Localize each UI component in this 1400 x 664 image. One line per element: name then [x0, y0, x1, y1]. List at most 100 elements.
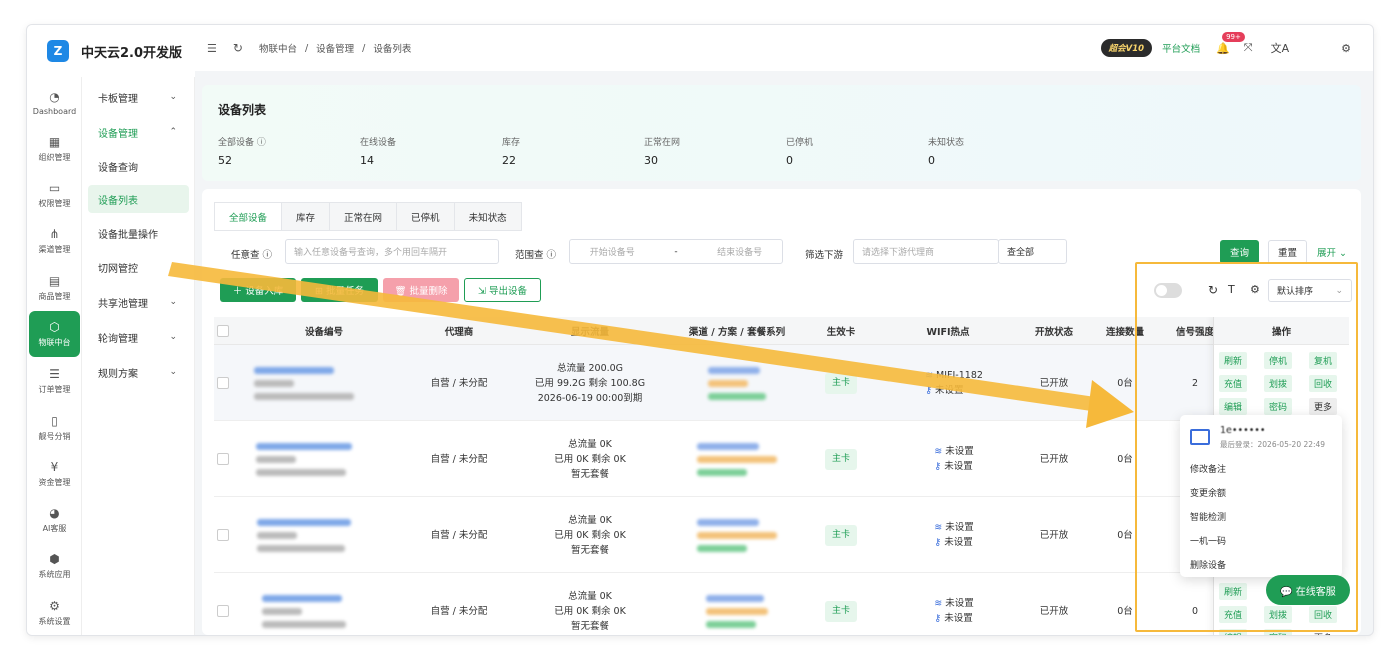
tab-normal[interactable]: 正常在网 — [330, 202, 398, 231]
edit-button[interactable]: 编辑 — [1219, 629, 1248, 635]
yen-icon: ¥ — [50, 460, 59, 474]
rail-channel[interactable]: ⋔ 渠道管理 — [29, 221, 80, 261]
refresh-icon[interactable]: ↻ — [233, 41, 243, 55]
resume-button[interactable]: 复机 — [1309, 352, 1338, 369]
top-bar: ☰ ↻ 物联中台 / 设备管理 / 设备列表 超会V10 平台文档 🔔 99+ ⤧… — [195, 25, 1373, 71]
refresh-button[interactable]: 刷新 — [1219, 583, 1248, 600]
tab-stopped[interactable]: 已停机 — [397, 202, 455, 231]
menu-polling[interactable]: 轮询管理 ⌄ — [88, 323, 189, 351]
rail-dashboard[interactable]: ◔ Dashboard — [29, 83, 80, 123]
more-button[interactable]: 更多 — [1309, 398, 1338, 415]
row-height-icon[interactable]: T — [1228, 283, 1235, 296]
settings-gear-icon[interactable]: ⚙ — [1341, 42, 1351, 55]
menu-network-switch[interactable]: 切网管控 — [88, 253, 189, 281]
menu-edit-remark[interactable]: 修改备注 — [1190, 462, 1226, 475]
menu-change-balance[interactable]: 变更余额 — [1190, 486, 1226, 499]
table-row[interactable]: 自营 / 未分配 总流量 200.0G 已用 99.2G 剩余 100.8G 202… — [214, 345, 1349, 421]
row-checkbox[interactable] — [217, 529, 229, 541]
stat-value: 0 — [786, 154, 793, 167]
row-checkbox[interactable] — [217, 605, 229, 617]
rail-order[interactable]: ☰ 订单管理 — [29, 361, 80, 401]
rail-finance[interactable]: ¥ 资金管理 — [29, 454, 80, 494]
tab-all[interactable]: 全部设备 — [214, 202, 283, 231]
export-button[interactable]: ⇲ 导出设备 — [464, 278, 541, 302]
phone-icon: ▯ — [51, 414, 58, 428]
rail-apps[interactable]: ⬢ 系统应用 — [29, 546, 80, 586]
refresh-table-icon[interactable]: ↻ — [1208, 283, 1218, 297]
menu-rules[interactable]: 规则方案 ⌄ — [88, 358, 189, 386]
vip-badge[interactable]: 超会V10 — [1100, 39, 1153, 57]
device-id-blurred[interactable] — [262, 573, 346, 635]
tab-stock[interactable]: 库存 — [282, 202, 331, 231]
table-row[interactable]: 自营 / 未分配 总流量 0K 已用 0K 剩余 0K 暂无套餐 主卡 ≋ 未设置 ⚷ 未… — [214, 421, 1349, 497]
breadcrumb-item[interactable]: 物联中台 — [259, 41, 297, 55]
recycle-button[interactable]: 回收 — [1309, 375, 1338, 392]
bell-icon[interactable]: 🔔 99+ — [1216, 31, 1245, 55]
stop-button[interactable]: 停机 — [1264, 352, 1293, 369]
menu-delete-device[interactable]: 删除设备 — [1190, 558, 1226, 571]
menu-device-query[interactable]: 设备查询 — [88, 152, 189, 180]
more-button[interactable]: 更多 — [1309, 629, 1337, 635]
tab-unknown[interactable]: 未知状态 — [454, 202, 522, 231]
menu-device-manage[interactable]: 设备管理 ⌃ — [88, 118, 189, 146]
card-tag: 主卡 — [824, 372, 858, 394]
column-settings-icon[interactable]: ⚙ — [1250, 283, 1260, 296]
password-button[interactable]: 密码 — [1264, 398, 1293, 415]
rail-settings[interactable]: ⚙ 系统设置 — [29, 593, 80, 633]
menu-one-code[interactable]: 一机一码 — [1190, 534, 1226, 547]
transfer-button[interactable]: 划拨 — [1264, 606, 1293, 623]
reset-button[interactable]: 重置 — [1268, 240, 1307, 264]
recharge-button[interactable]: 充值 — [1219, 606, 1248, 623]
row-checkbox[interactable] — [217, 377, 229, 389]
conn-count: 0台 — [1117, 529, 1133, 541]
menu-device-batch[interactable]: 设备批量操作 — [88, 219, 189, 247]
scope-select[interactable]: 查全部 — [998, 239, 1067, 264]
edit-button[interactable]: 编辑 — [1219, 398, 1248, 415]
any-query-input[interactable]: 输入任意设备号查询，多个用回车隔开 — [285, 239, 499, 264]
expand-button[interactable]: 展开 ⌄ — [1308, 240, 1356, 264]
channel-blurred — [697, 497, 777, 573]
batch-task-button[interactable]: ⊞ 批量任务 — [301, 278, 378, 302]
menu-device-list[interactable]: 设备列表 — [88, 185, 189, 213]
column-toggle-switch[interactable] — [1154, 283, 1182, 298]
row-checkbox[interactable] — [217, 453, 229, 465]
range-query-input[interactable]: 开始设备号 - 结束设备号 — [569, 239, 783, 264]
password-button[interactable]: 密码 — [1264, 629, 1293, 635]
downstream-select[interactable]: 请选择下游代理商 — [853, 239, 999, 264]
fullscreen-icon[interactable]: ⤧ — [1244, 41, 1253, 55]
gear-icon: ⚙ — [49, 599, 60, 613]
table-row[interactable]: 自营 / 未分配 总流量 0K 已用 0K 剩余 0K 暂无套餐 主卡 ≋ 未设置 ⚷ 未… — [214, 497, 1349, 573]
recharge-button[interactable]: 充值 — [1219, 375, 1248, 392]
rail-org[interactable]: ▦ 组织管理 — [29, 129, 80, 169]
menu-shared-pool[interactable]: 共享池管理 ⌄ — [88, 288, 189, 316]
recycle-button[interactable]: 回收 — [1309, 606, 1338, 623]
stat-normal: 正常在网 30 — [644, 135, 680, 167]
device-id-blurred[interactable] — [257, 497, 351, 573]
rail-number[interactable]: ▯ 靓号分销 — [29, 408, 80, 448]
stat-value: 52 — [218, 154, 232, 167]
query-button[interactable]: 查询 — [1220, 240, 1259, 264]
translate-icon[interactable]: 文A — [1271, 40, 1290, 56]
docs-link[interactable]: 平台文档 — [1162, 41, 1200, 55]
select-all-checkbox[interactable] — [217, 325, 229, 337]
flow-cell: 总流量 0K 已用 0K 剩余 0K 暂无套餐 — [554, 421, 626, 497]
menu-card-board[interactable]: 卡板管理 ⌄ — [88, 83, 189, 111]
device-id-blurred[interactable] — [256, 421, 352, 497]
rail-permission[interactable]: ▭ 权限管理 — [29, 175, 80, 215]
device-id-blurred[interactable] — [254, 345, 354, 421]
refresh-button[interactable]: 刷新 — [1219, 352, 1248, 369]
open-status: 已开放 — [1039, 529, 1069, 541]
rail-product[interactable]: ▤ 商品管理 — [29, 268, 80, 308]
rail-ai[interactable]: ◕ AI客服 — [29, 500, 80, 540]
sort-select[interactable]: 默认排序 ⌄ — [1268, 279, 1352, 302]
batch-delete-button[interactable]: 🗑 批量删除 — [383, 278, 459, 302]
table-row[interactable]: 自营 / 未分配 总流量 0K 已用 0K 剩余 0K 暂无套餐 主卡 ≋ 未设置 ⚷ 未… — [214, 573, 1349, 635]
add-device-button[interactable]: ＋ 设备入库 — [220, 278, 296, 302]
wifi-password: 未设置 — [944, 461, 973, 472]
transfer-button[interactable]: 划拨 — [1264, 375, 1293, 392]
online-support-button[interactable]: 💬 在线客服 — [1266, 575, 1350, 605]
breadcrumb-item[interactable]: 设备管理 — [316, 41, 354, 55]
rail-iot[interactable]: ⬡ 物联中台 — [29, 311, 80, 357]
menu-smart-check[interactable]: 智能检测 — [1190, 510, 1226, 523]
collapse-menu-icon[interactable]: ☰ — [207, 42, 217, 55]
